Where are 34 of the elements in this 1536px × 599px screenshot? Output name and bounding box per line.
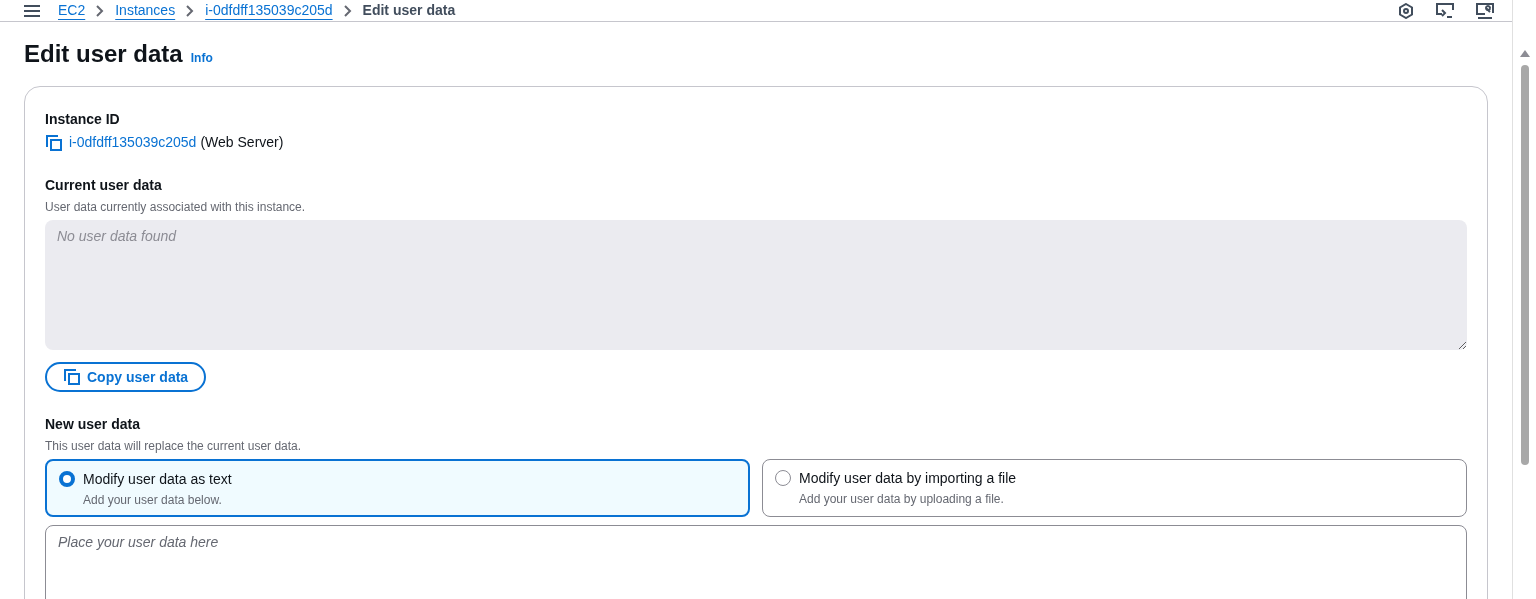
option-title: Modify user data as text <box>83 470 232 489</box>
info-link[interactable]: Info <box>190 49 213 67</box>
field-label: Instance ID <box>45 110 121 129</box>
radio-button[interactable] <box>775 470 791 486</box>
breadcrumb-link[interactable]: Instances <box>115 0 176 21</box>
copy-icon <box>45 133 63 152</box>
scroll-up-icon[interactable] <box>1519 50 1530 57</box>
breadcrumb-link[interactable]: i-0dfdff135039c205d <box>205 0 333 21</box>
menu-icon[interactable] <box>24 3 40 18</box>
field-label: New user data <box>45 415 141 434</box>
field-label: Current user data <box>45 176 163 195</box>
instance-name: (Web Server) <box>200 133 284 152</box>
option-description: Add your user data below. <box>83 492 223 509</box>
hexagon-icon[interactable] <box>1398 2 1414 19</box>
chevron-right-icon <box>343 4 352 17</box>
option-description: Add your user data by uploading a file. <box>799 491 1005 508</box>
chevron-right-icon <box>186 4 195 17</box>
field-description: User data currently associated with this instance. <box>45 199 307 216</box>
field-description: This user data will replace the current user data. <box>45 438 303 455</box>
breadcrumb-link[interactable]: EC2 <box>58 0 86 21</box>
breadcrumb-current: Edit user data <box>362 1 456 20</box>
radio-option-card[interactable]: Modify user data as text Add your user data below. <box>45 459 750 517</box>
copy-icon <box>63 368 81 386</box>
instance-id-link[interactable]: i-0dfdff135039c205d <box>69 132 197 153</box>
new-user-data-field[interactable]: Place your user data here <box>45 525 1467 599</box>
page-title: Edit user data <box>24 39 183 69</box>
chevron-right-icon <box>96 4 105 17</box>
monitor-wrench-icon[interactable] <box>1476 2 1494 19</box>
radio-option-card[interactable]: Modify user data by importing a file Add your user data by uploading a file. <box>762 459 1467 517</box>
terminal-icon[interactable] <box>1436 2 1454 19</box>
scrollbar-thumb[interactable] <box>1520 65 1529 465</box>
radio-button[interactable] <box>59 471 75 487</box>
copy-user-data-button[interactable]: Copy user data <box>45 362 207 392</box>
option-title: Modify user data by importing a file <box>799 469 1017 488</box>
